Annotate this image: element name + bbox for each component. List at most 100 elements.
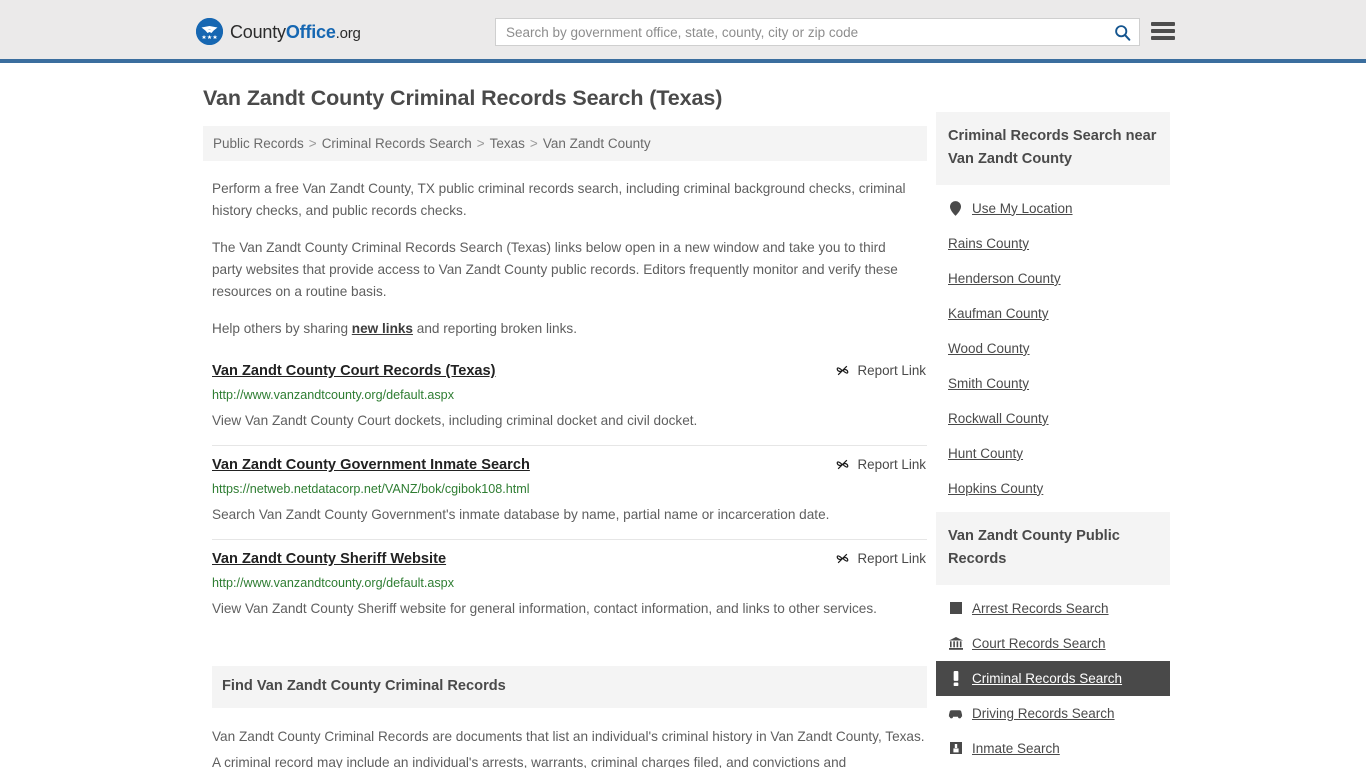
report-link-button[interactable]: Report Link	[835, 456, 926, 472]
breadcrumb-item-van-zandt-county[interactable]: Van Zandt County	[543, 136, 651, 151]
breadcrumb-item-criminal-records-search[interactable]: Criminal Records Search	[322, 136, 472, 151]
report-link-button[interactable]: Report Link	[835, 550, 926, 566]
intro-p3-before: Help others by sharing	[212, 321, 352, 337]
sidebar-item-label: Court Records Search	[972, 635, 1106, 651]
exclamation-icon	[948, 670, 963, 686]
public-records-list: Arrest Records Search Court Records Sear…	[936, 585, 1170, 766]
page-body: Van Zandt County Criminal Records Search…	[0, 63, 1366, 768]
sidebar-item-rockwall-county[interactable]: Rockwall County	[936, 401, 1170, 436]
breadcrumb: Public Records > Criminal Records Search > T…	[203, 125, 927, 162]
result-description: View Van Zandt County Sheriff website fo…	[212, 601, 877, 617]
result-item: Van Zandt County Sheriff Website Report …	[212, 539, 927, 633]
main-content: Public Records > Criminal Records Search > T…	[203, 112, 927, 768]
site-header: CountyOffice.org	[0, 0, 1366, 63]
sidebar-item-label: Hunt County	[948, 445, 1024, 461]
result-item: Van Zandt County Court Records (Texas) R…	[212, 360, 927, 445]
find-records-heading: Find Van Zandt County Criminal Records	[212, 666, 927, 708]
logo-text-part1: County	[230, 21, 286, 42]
public-records-heading: Van Zandt County Public Records	[936, 511, 1170, 585]
result-title-link[interactable]: Van Zandt County Sheriff Website	[212, 550, 446, 569]
result-url[interactable]: http://www.vanzandtcounty.org/default.as…	[212, 387, 927, 403]
breadcrumb-separator: >	[529, 135, 538, 151]
breadcrumb-separator: >	[308, 135, 317, 151]
broken-link-icon	[836, 554, 848, 564]
public-records-card: Van Zandt County Public Records Arrest R…	[936, 511, 1170, 766]
sidebar-item-use-my-location[interactable]: Use My Location	[936, 191, 1170, 226]
intro-text: Perform a free Van Zandt County, TX publ…	[203, 161, 927, 340]
report-link-button[interactable]: Report Link	[835, 362, 926, 378]
logo-text-part3: .org	[335, 24, 361, 42]
result-header: Van Zandt County Court Records (Texas) R…	[212, 362, 927, 381]
search-bar[interactable]	[495, 18, 1140, 46]
car-icon	[948, 708, 963, 719]
intro-paragraph-3: Help others by sharing new links and rep…	[203, 303, 918, 340]
sidebar-item-driving-records-search[interactable]: Driving Records Search	[936, 696, 1170, 731]
sidebar-item-wood-county[interactable]: Wood County	[936, 331, 1170, 366]
sidebar-item-kaufman-county[interactable]: Kaufman County	[936, 296, 1170, 331]
result-description: Search Van Zandt County Government's inm…	[212, 507, 830, 523]
sidebar: Criminal Records Search near Van Zandt C…	[936, 111, 1170, 768]
result-title-link[interactable]: Van Zandt County Court Records (Texas)	[212, 362, 496, 381]
sidebar-item-smith-county[interactable]: Smith County	[936, 366, 1170, 401]
hamburger-bar	[1151, 29, 1175, 33]
courthouse-icon	[948, 636, 963, 650]
results-list: Van Zandt County Court Records (Texas) R…	[203, 360, 927, 633]
sidebar-item-label: Driving Records Search	[972, 705, 1115, 721]
sidebar-item-arrest-records-search[interactable]: Arrest Records Search	[936, 591, 1170, 626]
sidebar-item-inmate-search[interactable]: Inmate Search	[936, 731, 1170, 766]
hamburger-menu-icon[interactable]	[1151, 20, 1175, 42]
result-header: Van Zandt County Government Inmate Searc…	[212, 456, 927, 475]
sidebar-item-henderson-county[interactable]: Henderson County	[936, 261, 1170, 296]
sidebar-item-label: Rockwall County	[948, 410, 1049, 426]
result-url[interactable]: http://www.vanzandtcounty.org/default.as…	[212, 575, 927, 591]
fingerprint-icon	[948, 602, 963, 615]
sidebar-item-criminal-records-search[interactable]: Criminal Records Search	[936, 660, 1170, 696]
hamburger-bar	[1151, 36, 1175, 40]
nearby-counties-list: Use My Location Rains County Henderson C…	[936, 185, 1170, 506]
result-item: Van Zandt County Government Inmate Searc…	[212, 445, 927, 539]
sidebar-item-label: Wood County	[948, 340, 1030, 356]
site-logo-text: CountyOffice.org	[230, 23, 361, 41]
site-logo[interactable]: CountyOffice.org	[196, 18, 361, 45]
search-button[interactable]	[1105, 19, 1139, 45]
report-link-label: Report Link	[857, 551, 926, 567]
find-records-body: Van Zandt County Criminal Records are do…	[212, 728, 925, 768]
sidebar-item-label: Arrest Records Search	[972, 600, 1109, 616]
sidebar-item-hunt-county[interactable]: Hunt County	[936, 436, 1170, 471]
intro-p3-after: and reporting broken links.	[413, 321, 577, 337]
breadcrumb-item-public-records[interactable]: Public Records	[213, 136, 304, 151]
sidebar-item-rains-county[interactable]: Rains County	[936, 226, 1170, 261]
sidebar-item-label: Criminal Records Search	[972, 670, 1123, 686]
result-title-link[interactable]: Van Zandt County Government Inmate Searc…	[212, 456, 530, 475]
intro-paragraph-2: The Van Zandt County Criminal Records Se…	[212, 240, 898, 300]
sidebar-item-label: Use My Location	[972, 200, 1073, 216]
result-header: Van Zandt County Sheriff Website Report …	[212, 550, 927, 569]
eagle-shield-logo-icon	[196, 18, 223, 45]
sidebar-item-label: Kaufman County	[948, 305, 1049, 321]
sidebar-item-label: Hopkins County	[948, 480, 1044, 496]
nearby-search-card: Criminal Records Search near Van Zandt C…	[936, 111, 1170, 506]
sidebar-item-label: Smith County	[948, 375, 1030, 391]
result-url[interactable]: https://netweb.netdatacorp.net/VANZ/bok/…	[212, 481, 927, 497]
intro-paragraph-1: Perform a free Van Zandt County, TX publ…	[212, 181, 906, 219]
report-link-label: Report Link	[857, 457, 926, 473]
sidebar-item-court-records-search[interactable]: Court Records Search	[936, 626, 1170, 661]
result-description: View Van Zandt County Court dockets, inc…	[212, 413, 698, 429]
sidebar-item-label: Rains County	[948, 235, 1030, 251]
page-title: Van Zandt County Criminal Records Search…	[203, 86, 723, 110]
breadcrumb-separator: >	[476, 135, 485, 151]
search-icon	[1114, 24, 1130, 41]
find-records-section: Find Van Zandt County Criminal Records V…	[203, 666, 927, 768]
broken-link-icon	[836, 366, 848, 376]
search-input[interactable]	[496, 19, 1105, 45]
nearby-search-heading: Criminal Records Search near Van Zandt C…	[936, 111, 1170, 185]
sidebar-item-hopkins-county[interactable]: Hopkins County	[936, 471, 1170, 506]
hamburger-bar	[1151, 22, 1175, 26]
jail-icon	[948, 742, 963, 755]
map-pin-icon	[948, 200, 963, 216]
report-link-label: Report Link	[857, 363, 926, 379]
new-links-link[interactable]: new links	[352, 321, 413, 336]
logo-text-part2: Office	[285, 21, 336, 42]
sidebar-item-label: Inmate Search	[972, 740, 1060, 756]
breadcrumb-item-texas[interactable]: Texas	[490, 136, 525, 151]
